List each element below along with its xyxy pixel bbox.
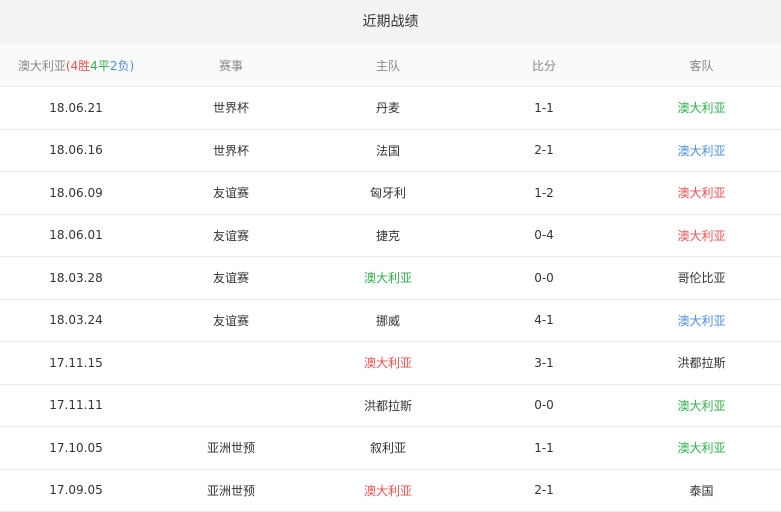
match-date: 18.06.16 — [0, 143, 152, 157]
match-away-team: 澳大利亚 — [622, 184, 781, 201]
table-row: 17.10.05亚洲世预叙利亚1-1澳大利亚 — [0, 427, 781, 470]
match-away-team: 泰国 — [622, 482, 781, 499]
match-away-team: 洪都拉斯 — [622, 354, 781, 371]
match-score: 2-1 — [466, 143, 622, 157]
match-date: 18.06.01 — [0, 228, 152, 242]
match-home-team: 澳大利亚 — [310, 354, 466, 371]
header-draws-label: 平 — [98, 59, 110, 73]
match-score: 4-1 — [466, 313, 622, 327]
header-team-record: 澳大利亚(4胜4平2负) — [0, 57, 152, 74]
matches-table-body: 18.06.21世界杯丹麦1-1澳大利亚18.06.16世界杯法国2-1澳大利亚… — [0, 87, 781, 512]
match-competition: 友谊赛 — [152, 184, 310, 201]
match-away-team: 澳大利亚 — [622, 142, 781, 159]
match-date: 18.06.21 — [0, 101, 152, 115]
match-score: 0-4 — [466, 228, 622, 242]
match-competition: 友谊赛 — [152, 227, 310, 244]
match-home-team: 捷克 — [310, 227, 466, 244]
match-score: 1-1 — [466, 101, 622, 115]
match-competition: 亚洲世预 — [152, 482, 310, 499]
match-date: 17.09.05 — [0, 483, 152, 497]
table-row: 18.06.01友谊赛捷克0-4澳大利亚 — [0, 215, 781, 258]
header-away: 客队 — [622, 57, 781, 74]
table-row: 17.11.11 洪都拉斯0-0澳大利亚 — [0, 385, 781, 428]
table-row: 18.03.28友谊赛澳大利亚0-0哥伦比亚 — [0, 257, 781, 300]
match-score: 2-1 — [466, 483, 622, 497]
match-home-team: 法国 — [310, 142, 466, 159]
match-competition: 世界杯 — [152, 99, 310, 116]
match-home-team: 澳大利亚 — [310, 269, 466, 286]
header-competition: 赛事 — [152, 57, 310, 74]
header-draws-count: 4 — [90, 59, 98, 73]
match-home-team: 叙利亚 — [310, 439, 466, 456]
match-date: 17.10.05 — [0, 441, 152, 455]
match-competition: 友谊赛 — [152, 269, 310, 286]
match-away-team: 澳大利亚 — [622, 397, 781, 414]
match-score: 0-0 — [466, 271, 622, 285]
table-header: 澳大利亚(4胜4平2负) 赛事 主队 比分 客队 — [0, 44, 781, 87]
match-away-team: 澳大利亚 — [622, 99, 781, 116]
header-score: 比分 — [466, 57, 622, 74]
match-competition: 友谊赛 — [152, 312, 310, 329]
match-home-team: 匈牙利 — [310, 184, 466, 201]
table-row: 18.06.16世界杯法国2-1澳大利亚 — [0, 130, 781, 173]
table-row: 17.09.05亚洲世预澳大利亚2-1泰国 — [0, 470, 781, 512]
table-row: 17.11.15 澳大利亚3-1洪都拉斯 — [0, 342, 781, 385]
match-away-team: 澳大利亚 — [622, 439, 781, 456]
match-home-team: 洪都拉斯 — [310, 397, 466, 414]
match-score: 1-1 — [466, 441, 622, 455]
match-date: 18.03.28 — [0, 271, 152, 285]
header-close-paren: ) — [129, 59, 134, 73]
header-wins-label: 胜 — [78, 59, 90, 73]
header-losses-label: 负 — [117, 59, 129, 73]
header-team-name: 澳大利亚 — [18, 59, 66, 73]
match-away-team: 澳大利亚 — [622, 227, 781, 244]
header-wins-count: 4 — [71, 59, 79, 73]
match-home-team: 挪威 — [310, 312, 466, 329]
recent-matches-panel: 近期战绩 澳大利亚(4胜4平2负) 赛事 主队 比分 客队 18.06.21世界… — [0, 0, 781, 512]
match-away-team: 澳大利亚 — [622, 312, 781, 329]
table-row: 18.03.24友谊赛挪威4-1澳大利亚 — [0, 300, 781, 343]
match-competition: 世界杯 — [152, 142, 310, 159]
match-score: 0-0 — [466, 398, 622, 412]
match-home-team: 丹麦 — [310, 99, 466, 116]
match-competition: 亚洲世预 — [152, 439, 310, 456]
table-row: 18.06.21世界杯丹麦1-1澳大利亚 — [0, 87, 781, 130]
match-date: 17.11.11 — [0, 398, 152, 412]
match-date: 18.03.24 — [0, 313, 152, 327]
match-score: 1-2 — [466, 186, 622, 200]
table-row: 18.06.09友谊赛匈牙利1-2澳大利亚 — [0, 172, 781, 215]
match-date: 17.11.15 — [0, 356, 152, 370]
match-away-team: 哥伦比亚 — [622, 269, 781, 286]
match-score: 3-1 — [466, 356, 622, 370]
panel-title: 近期战绩 — [0, 0, 781, 44]
match-home-team: 澳大利亚 — [310, 482, 466, 499]
header-home: 主队 — [310, 57, 466, 74]
match-date: 18.06.09 — [0, 186, 152, 200]
